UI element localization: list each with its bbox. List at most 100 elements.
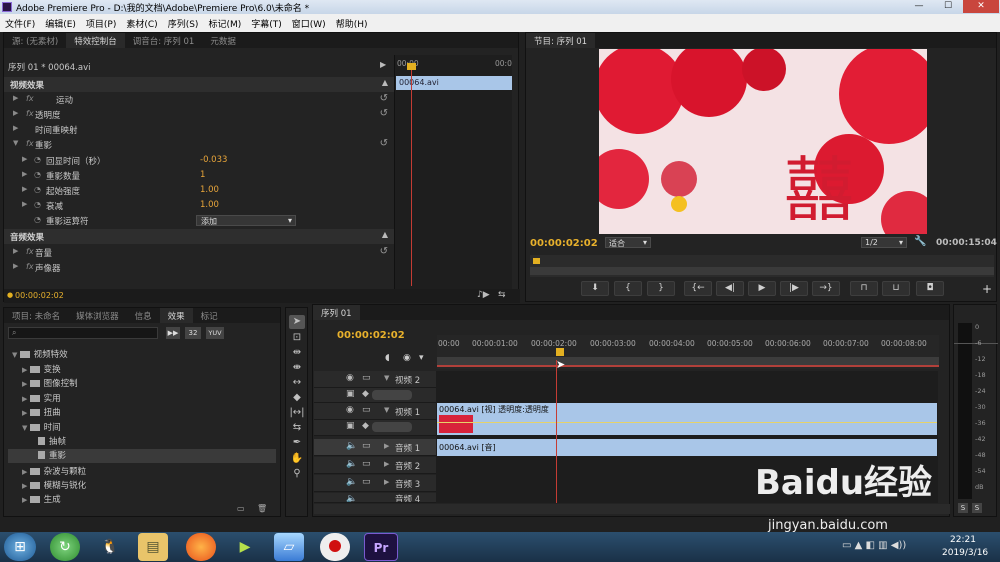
add-button-icon[interactable]: + xyxy=(982,282,992,296)
display-style-icon[interactable]: ▣ xyxy=(346,421,355,431)
effect-clip-bar[interactable]: 00064.avi xyxy=(396,76,512,90)
track-audio-2[interactable]: 🔈 ▭ ▶ 音频 2 xyxy=(314,457,436,474)
menu-sequence[interactable]: 序列(S) xyxy=(168,17,199,30)
effect-current-time[interactable]: 00:00:02:02 xyxy=(15,291,64,300)
ripple-edit-tool-icon[interactable]: ⇹ xyxy=(289,346,305,360)
tab-project[interactable]: 项目: 未命名 xyxy=(4,308,68,323)
reset-icon[interactable]: ↺ xyxy=(380,138,388,149)
effect-row-opacity[interactable]: ▶ fx 透明度 ↺ xyxy=(4,107,394,122)
reset-icon[interactable]: ↺ xyxy=(380,108,388,119)
tab-sequence[interactable]: 序列 01 xyxy=(313,305,360,320)
tree-posterize-time[interactable]: 抽帧 xyxy=(38,435,306,449)
param-echo-operator[interactable]: ◔ 重影运算符 添加 ▾ xyxy=(4,213,394,228)
work-area-bar[interactable] xyxy=(437,357,939,367)
add-marker-icon[interactable]: ▾ xyxy=(419,353,424,363)
speaker-icon[interactable]: 🔈 xyxy=(346,459,357,469)
32bit-effects-badge[interactable]: 32 xyxy=(185,327,201,339)
expand-icon[interactable]: ▶ xyxy=(13,109,18,117)
collapse-arrow-icon[interactable]: ▲ xyxy=(382,78,388,87)
export-frame-button[interactable]: ◘ xyxy=(916,281,944,296)
fx-icon[interactable]: fx xyxy=(26,94,34,103)
tab-info[interactable]: 信息 xyxy=(127,308,160,323)
speaker-icon[interactable]: 🔈 xyxy=(346,477,357,487)
menu-help[interactable]: 帮助(H) xyxy=(336,17,368,30)
lock-icon[interactable]: ▭ xyxy=(362,477,371,487)
zoom-tool-icon[interactable]: ⚲ xyxy=(289,467,305,481)
reset-icon[interactable]: ↺ xyxy=(380,246,388,257)
expand-icon[interactable]: ▶ xyxy=(13,124,18,132)
keyframe-navigator[interactable] xyxy=(372,390,412,400)
app-window-icon[interactable]: ▱ xyxy=(274,533,304,561)
tab-markers[interactable]: 标记 xyxy=(193,308,226,323)
fit-dropdown[interactable]: 适合 ▾ xyxy=(605,237,651,248)
quality-dropdown[interactable]: 1/2 ▾ xyxy=(861,237,907,248)
new-bin-icon[interactable]: ▭ xyxy=(237,504,245,513)
effect-row-motion[interactable]: ▶ fx 运动 ↺ xyxy=(4,92,394,107)
file-explorer-icon[interactable]: ▤ xyxy=(138,533,168,561)
app-360-icon[interactable]: ↻ xyxy=(50,533,80,561)
speaker-icon[interactable]: 🔈 xyxy=(346,441,357,451)
reset-icon[interactable]: ↺ xyxy=(380,93,388,104)
keyframe-navigator[interactable] xyxy=(372,422,412,432)
pen-tool-icon[interactable]: ✒ xyxy=(289,436,305,450)
selection-tool-icon[interactable]: ➤ xyxy=(289,315,305,329)
timeline-ruler[interactable]: 00:00 00:00:01:00 00:00:02:00 00:00:03:0… xyxy=(437,335,939,369)
stopwatch-icon[interactable]: ◔ xyxy=(34,200,41,209)
tree-blur-sharpen[interactable]: ▶ 模糊与锐化 xyxy=(22,479,290,493)
lift-button[interactable]: ⊓ xyxy=(850,281,878,296)
eye-icon[interactable]: ◉ xyxy=(346,405,354,415)
hand-tool-icon[interactable]: ✋ xyxy=(289,452,305,466)
menu-clip[interactable]: 素材(C) xyxy=(126,17,157,30)
mark-in-button[interactable]: { xyxy=(614,281,642,296)
expand-icon[interactable]: ▶ xyxy=(13,94,18,102)
add-marker-button[interactable]: ⬇ xyxy=(581,281,609,296)
menu-title[interactable]: 字幕(T) xyxy=(251,17,282,30)
collapse-icon[interactable]: ▼ xyxy=(13,139,18,147)
tree-image-control[interactable]: ▶ 图像控制 xyxy=(22,377,290,391)
playhead-handle-icon[interactable] xyxy=(533,258,540,264)
tab-metadata[interactable]: 元数据 xyxy=(202,33,244,48)
fx-icon[interactable]: fx xyxy=(26,139,34,148)
tree-video-effects[interactable]: ▼ 视频特效 xyxy=(12,348,280,362)
step-back-button[interactable]: ◀| xyxy=(716,281,744,296)
echo-operator-dropdown[interactable]: 添加 ▾ xyxy=(196,215,296,226)
param-value[interactable]: 1 xyxy=(200,170,205,180)
tree-echo[interactable]: 重影 xyxy=(8,449,276,463)
tab-effect-controls[interactable]: 特效控制台 xyxy=(66,33,125,48)
eye-icon[interactable]: ◉ xyxy=(346,373,354,383)
tab-media-browser[interactable]: 媒体浏览器 xyxy=(68,308,127,323)
effect-timeline[interactable]: 00:00 00:0 00064.avi xyxy=(394,55,512,291)
tree-generate[interactable]: ▶ 生成 xyxy=(22,493,290,503)
qq-icon[interactable]: 🐧 xyxy=(95,533,125,561)
play-audio-icon[interactable]: ♪▶ xyxy=(477,290,490,300)
record-app-icon[interactable] xyxy=(320,533,350,561)
menu-window[interactable]: 窗口(W) xyxy=(292,17,326,30)
param-value[interactable]: 1.00 xyxy=(200,200,219,210)
tab-audio-mixer[interactable]: 调音台: 序列 01 xyxy=(125,33,203,48)
lock-icon[interactable]: ▭ xyxy=(362,373,371,383)
effect-row-time-remap[interactable]: ▶ 时间重映射 xyxy=(4,122,394,137)
rate-stretch-tool-icon[interactable]: ↔ xyxy=(289,376,305,390)
param-decay[interactable]: ▶ ◔ 衰减 1.00 xyxy=(4,198,394,213)
video-clip[interactable]: 00064.avi [视] 透明度:透明度 xyxy=(437,403,937,435)
stopwatch-icon[interactable]: ◔ xyxy=(34,155,41,164)
zoom-bar[interactable] xyxy=(530,267,994,275)
track-audio-1[interactable]: 🔈 ▭ ▶ 音频 1 xyxy=(314,439,436,456)
start-button-icon[interactable]: ⊞ xyxy=(4,533,36,561)
tree-utility[interactable]: ▶ 实用 xyxy=(22,392,290,406)
tree-transform[interactable]: ▶ 变换 xyxy=(22,363,290,377)
effect-row-panner[interactable]: ▶ fx 声像器 xyxy=(4,260,394,275)
display-style-icon[interactable]: ▣ xyxy=(346,389,355,399)
audio-clip[interactable]: 00064.avi [音] xyxy=(437,439,937,456)
fx-icon[interactable]: fx xyxy=(26,109,34,118)
wrench-icon[interactable]: 🔧 xyxy=(914,236,926,247)
go-to-out-button[interactable]: →} xyxy=(812,281,840,296)
speaker-icon[interactable]: 🔈 xyxy=(346,494,357,502)
menu-edit[interactable]: 编辑(E) xyxy=(45,17,76,30)
accelerated-effects-icon[interactable]: ▶▶ xyxy=(166,327,180,339)
solo-right-button[interactable]: S xyxy=(972,503,982,513)
tray-icons[interactable]: ▭ ▲ ◧ ▥ ◀)) xyxy=(842,540,906,551)
program-scrubber[interactable] xyxy=(530,255,994,277)
playhead-handle-icon[interactable] xyxy=(556,348,564,356)
tree-noise-grain[interactable]: ▶ 杂波与颗粒 xyxy=(22,465,290,479)
